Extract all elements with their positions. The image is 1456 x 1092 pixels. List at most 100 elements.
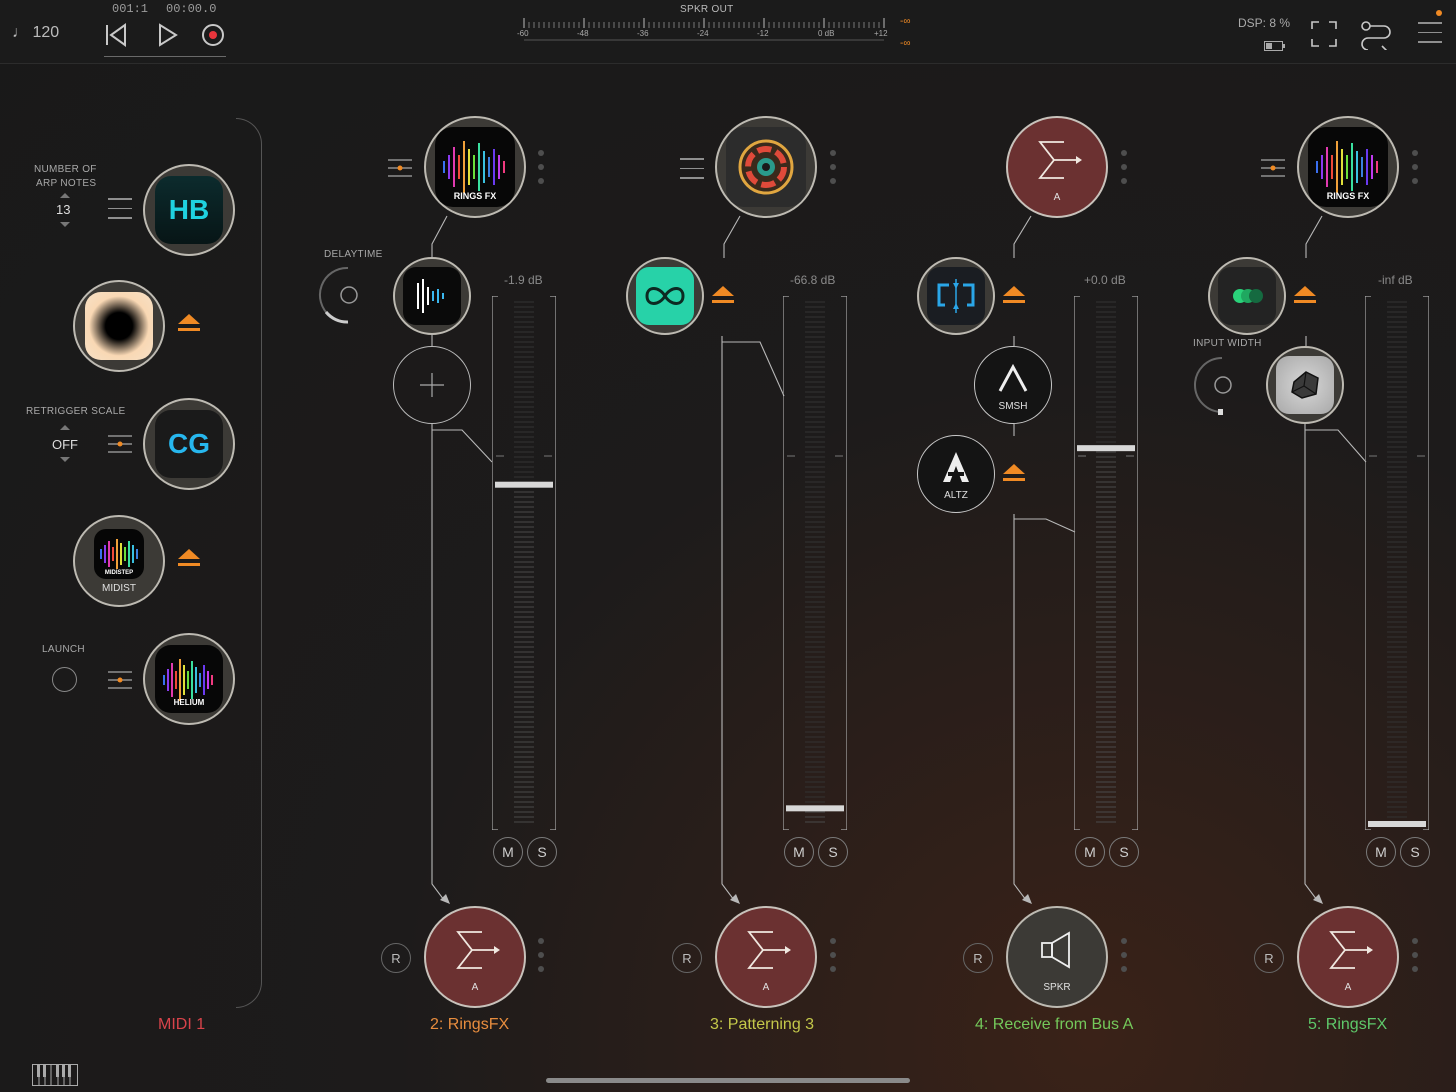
record-icon[interactable] [200,22,226,48]
ch5-dots-plugin-node[interactable] [1208,257,1286,335]
midistep-eject-icon[interactable] [178,549,200,571]
fader-track[interactable] [782,295,848,831]
ch5-output-more-icon[interactable] [1412,938,1418,980]
keyboard-icon[interactable] [32,1064,78,1086]
ch2-output-label: A [471,982,479,993]
retrigger-stepper-up[interactable] [60,425,70,430]
ch4-top-more-icon[interactable] [1121,150,1127,192]
fader-handle[interactable] [495,481,553,488]
ch4-bracket-eject-icon[interactable] [1003,286,1025,308]
helium-plugin-node[interactable]: HELIUM [143,633,235,725]
midistep-plugin-node[interactable]: MIDISTEP MIDIST [73,515,165,607]
arp-notes-stepper-down[interactable] [60,222,70,227]
ch5-rock-plugin-node[interactable] [1266,346,1344,424]
ch4-bus-input-node[interactable]: A [1006,116,1108,218]
ch5-solo-button[interactable]: S [1400,837,1430,867]
blackhole-plugin-node[interactable] [73,280,165,372]
ch4-bracket-plugin-node[interactable] [917,257,995,335]
arp-notes-value[interactable]: 13 [56,202,70,217]
helium-param-icon[interactable] [108,670,132,690]
ch3-record-button[interactable]: R [672,943,702,973]
ch3-settings-icon[interactable] [680,158,704,187]
ch3-eject-icon[interactable] [712,286,734,308]
ch5-param-knob[interactable] [1192,354,1254,416]
ch4-output-node[interactable]: SPKR [1006,906,1108,1008]
fader-track[interactable] [491,295,557,831]
ch3-loopy-plugin-node[interactable] [626,257,704,335]
ch3-loopy-app-icon [636,267,694,325]
fader-track[interactable] [1073,295,1139,831]
cg-plugin-node[interactable]: CG [143,398,235,490]
rewind-icon[interactable] [104,22,128,48]
retrigger-value[interactable]: OFF [52,437,78,452]
ch2-output-node[interactable]: A [424,906,526,1008]
ch2-record-button[interactable]: R [381,943,411,973]
battery-icon [1264,38,1286,51]
ch5-rings-fx-app-icon: RINGS FX [1308,127,1388,207]
ch2-solo-button[interactable]: S [527,837,557,867]
fader-handle[interactable] [1077,445,1135,452]
ch4-solo-button[interactable]: S [1109,837,1139,867]
routing-icon[interactable] [1360,18,1392,55]
hb-settings-icon[interactable] [108,198,132,227]
helium-app-text: HELIUM [173,698,205,707]
blackhole-app-icon [85,292,153,360]
ch5-record-button[interactable]: R [1254,943,1284,973]
fader-track[interactable] [1364,295,1430,831]
ch5-volume-fader[interactable] [1364,295,1430,831]
midi-channel-label[interactable]: MIDI 1 [158,1016,205,1034]
ch3-channel-label[interactable]: 3: Patterning 3 [710,1016,814,1034]
menu-icon[interactable] [1418,22,1442,46]
arp-notes-stepper-up[interactable] [60,193,70,198]
ch3-output-more-icon[interactable] [830,938,836,980]
ch2-param-knob[interactable] [318,264,380,326]
blackhole-eject-icon[interactable] [178,314,200,336]
ch2-top-more-icon[interactable] [538,150,544,192]
ch5-rings-fx-node[interactable]: RINGS FX [1297,116,1399,218]
launch-button[interactable] [52,667,77,692]
ch2-param-icon[interactable] [388,158,412,178]
ch5-channel-label[interactable]: 5: RingsFX [1308,1016,1387,1034]
transport-underline [104,56,226,57]
ch3-volume-fader[interactable] [782,295,848,831]
fader-handle[interactable] [786,805,844,812]
cg-param-icon[interactable] [108,434,132,454]
ch3-solo-button[interactable]: S [818,837,848,867]
hb-plugin-node[interactable]: HB [143,164,235,256]
ch3-patterning-node[interactable] [715,116,817,218]
ch3-top-more-icon[interactable] [830,150,836,192]
retrigger-stepper-down[interactable] [60,457,70,462]
ch4-output-more-icon[interactable] [1121,938,1127,980]
meter-tick-0: -60 [517,29,529,38]
ch2-add-effect-button[interactable] [393,346,471,424]
smsh-logo-icon [998,363,1028,392]
ch2-waveform-plugin-node[interactable] [393,257,471,335]
fullscreen-icon[interactable] [1310,20,1338,48]
ch3-mute-button[interactable]: M [784,837,814,867]
ch2-output-more-icon[interactable] [538,938,544,980]
ch5-output-node[interactable]: A [1297,906,1399,1008]
ch4-mute-button[interactable]: M [1075,837,1105,867]
ch4-record-button[interactable]: R [963,943,993,973]
tempo-display[interactable]: ♩ 120 [12,24,59,42]
ch4-altz-label: ALTZ [944,490,968,501]
ch2-volume-fader[interactable] [491,295,557,831]
ch3-level-readout: -66.8 dB [790,273,836,287]
fader-handle[interactable] [1368,821,1426,827]
ch4-smsh-plugin-node[interactable]: SMSH [974,346,1052,424]
ch5-mute-button[interactable]: M [1366,837,1396,867]
ch4-altz-plugin-node[interactable]: ALTZ [917,435,995,513]
ch4-channel-label[interactable]: 4: Receive from Bus A [975,1016,1133,1034]
ch5-param-icon[interactable] [1261,158,1285,178]
ch2-rings-fx-node[interactable]: RINGS FX [424,116,526,218]
ch4-volume-fader[interactable] [1073,295,1139,831]
helium-app-icon: HELIUM [155,645,223,713]
ch2-mute-button[interactable]: M [493,837,523,867]
ch4-altz-eject-icon[interactable] [1003,464,1025,486]
play-icon[interactable] [156,22,180,48]
ch2-channel-label[interactable]: 2: RingsFX [430,1016,509,1034]
hb-app-text: HB [168,194,210,225]
ch5-top-more-icon[interactable] [1412,150,1418,192]
ch3-output-node[interactable]: A [715,906,817,1008]
ch5-eject-icon[interactable] [1294,286,1316,308]
